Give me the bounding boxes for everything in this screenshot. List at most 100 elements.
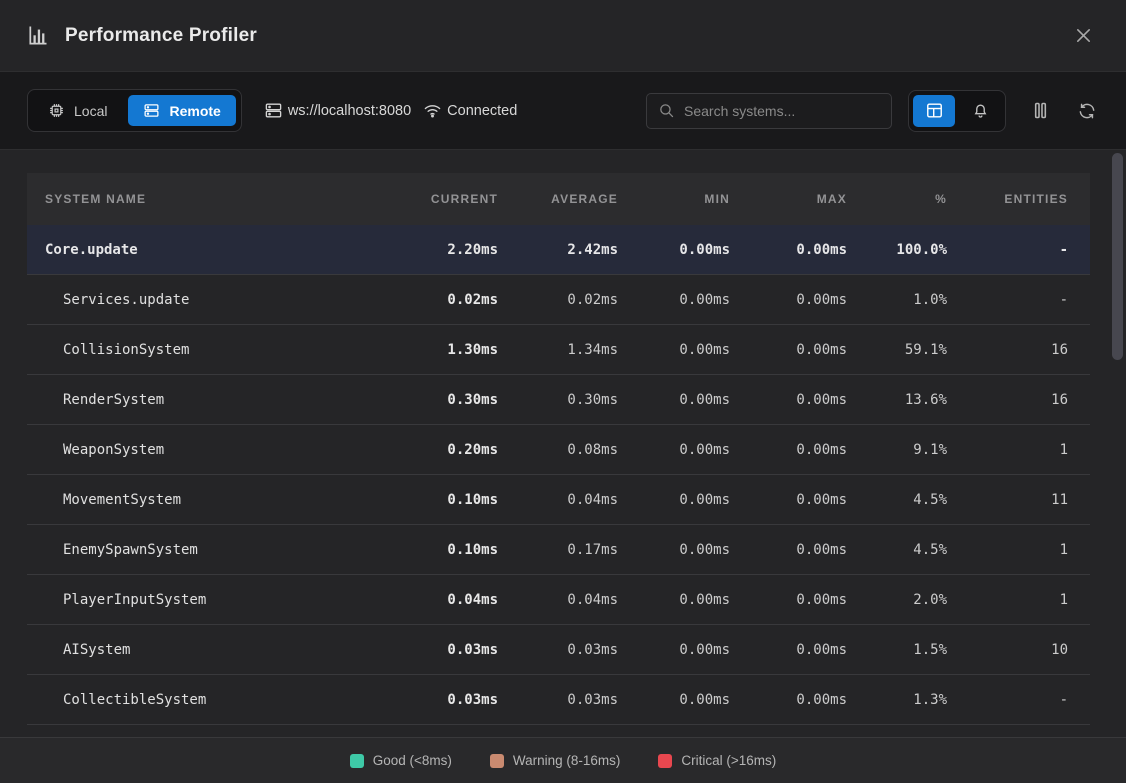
min-cell: 0.00ms xyxy=(640,642,752,658)
percent-cell: 9.1% xyxy=(869,442,969,458)
current-cell: 1.30ms xyxy=(405,342,520,358)
close-button[interactable] xyxy=(1066,19,1100,53)
remote-mode-label: Remote xyxy=(169,103,220,119)
search-box xyxy=(646,93,892,129)
performance-profiler-window: Performance Profiler Local xyxy=(0,0,1126,783)
table-row[interactable]: AISystem 0.03ms 0.03ms 0.00ms 0.00ms 1.5… xyxy=(27,625,1090,675)
current-cell: 0.03ms xyxy=(405,642,520,658)
table-row[interactable]: Core.update 2.20ms 2.42ms 0.00ms 0.00ms … xyxy=(27,225,1090,275)
column-header-current[interactable]: CURRENT xyxy=(405,192,520,206)
bar-chart-icon xyxy=(26,24,49,47)
entities-cell: 16 xyxy=(969,342,1090,358)
systems-table: SYSTEM NAME CURRENT AVERAGE MIN MAX % EN… xyxy=(27,173,1090,725)
system-name-cell: WeaponSystem xyxy=(27,442,405,458)
system-name-cell: Services.update xyxy=(27,292,405,308)
max-cell: 0.00ms xyxy=(752,492,869,508)
system-name-cell: MovementSystem xyxy=(27,492,405,508)
endpoint-url: ws://localhost:8080 xyxy=(288,103,411,119)
connection-status: Connected xyxy=(423,101,517,120)
table-row[interactable]: CollectibleSystem 0.03ms 0.03ms 0.00ms 0… xyxy=(27,675,1090,725)
max-cell: 0.00ms xyxy=(752,692,869,708)
refresh-button[interactable] xyxy=(1075,99,1099,123)
min-cell: 0.00ms xyxy=(640,392,752,408)
current-cell: 0.03ms xyxy=(405,692,520,708)
local-mode-button[interactable]: Local xyxy=(33,95,122,126)
pause-icon xyxy=(1030,100,1051,121)
wifi-icon xyxy=(423,101,442,120)
percent-cell: 2.0% xyxy=(869,592,969,608)
column-header-max[interactable]: MAX xyxy=(752,192,869,206)
current-cell: 0.10ms xyxy=(405,492,520,508)
alerts-button[interactable] xyxy=(959,95,1001,127)
close-icon xyxy=(1074,26,1093,45)
column-header-system-name[interactable]: SYSTEM NAME xyxy=(27,192,405,206)
system-name-cell: CollisionSystem xyxy=(27,342,405,358)
entities-cell: 1 xyxy=(969,442,1090,458)
legend-item: Good (<8ms) xyxy=(350,753,452,768)
legend-item: Critical (>16ms) xyxy=(658,753,776,768)
legend-items: Good (<8ms) Warning (8-16ms) Critical (>… xyxy=(350,753,777,768)
column-header-min[interactable]: MIN xyxy=(640,192,752,206)
connection-status-label: Connected xyxy=(447,103,517,119)
current-cell: 0.04ms xyxy=(405,592,520,608)
average-cell: 0.03ms xyxy=(520,642,640,658)
server-icon xyxy=(143,102,160,119)
entities-cell: 1 xyxy=(969,592,1090,608)
max-cell: 0.00ms xyxy=(752,242,869,258)
pause-button[interactable] xyxy=(1028,98,1053,123)
endpoint-display: ws://localhost:8080 xyxy=(264,101,411,120)
percent-cell: 1.5% xyxy=(869,642,969,658)
search-input[interactable] xyxy=(684,103,880,119)
average-cell: 0.17ms xyxy=(520,542,640,558)
legend-label: Warning (8-16ms) xyxy=(513,753,621,768)
legend-label: Good (<8ms) xyxy=(373,753,452,768)
average-cell: 0.08ms xyxy=(520,442,640,458)
table-row[interactable]: CollisionSystem 1.30ms 1.34ms 0.00ms 0.0… xyxy=(27,325,1090,375)
table-row[interactable]: Services.update 0.02ms 0.02ms 0.00ms 0.0… xyxy=(27,275,1090,325)
percent-cell: 59.1% xyxy=(869,342,969,358)
refresh-icon xyxy=(1077,101,1097,121)
entities-cell: 10 xyxy=(969,642,1090,658)
average-cell: 0.03ms xyxy=(520,692,640,708)
table-row[interactable]: EnemySpawnSystem 0.10ms 0.17ms 0.00ms 0.… xyxy=(27,525,1090,575)
search-icon xyxy=(658,102,675,119)
server-icon xyxy=(264,101,283,120)
table-row[interactable]: PlayerInputSystem 0.04ms 0.04ms 0.00ms 0… xyxy=(27,575,1090,625)
table-view-button[interactable] xyxy=(913,95,955,127)
title-bar: Performance Profiler xyxy=(0,0,1126,71)
entities-cell: - xyxy=(969,692,1090,708)
min-cell: 0.00ms xyxy=(640,692,752,708)
legend-color-swatch xyxy=(490,754,504,768)
system-name-cell: Core.update xyxy=(27,242,405,258)
average-cell: 1.34ms xyxy=(520,342,640,358)
entities-cell: 16 xyxy=(969,392,1090,408)
max-cell: 0.00ms xyxy=(752,342,869,358)
column-header-entities[interactable]: ENTITIES xyxy=(969,192,1090,206)
entities-cell: - xyxy=(969,242,1090,258)
entities-cell: 11 xyxy=(969,492,1090,508)
vertical-scrollbar-thumb[interactable] xyxy=(1112,153,1123,360)
bell-icon xyxy=(971,101,990,120)
legend-item: Warning (8-16ms) xyxy=(490,753,621,768)
table-row[interactable]: WeaponSystem 0.20ms 0.08ms 0.00ms 0.00ms… xyxy=(27,425,1090,475)
table-row[interactable]: MovementSystem 0.10ms 0.04ms 0.00ms 0.00… xyxy=(27,475,1090,525)
min-cell: 0.00ms xyxy=(640,342,752,358)
percent-cell: 4.5% xyxy=(869,542,969,558)
percent-cell: 4.5% xyxy=(869,492,969,508)
entities-cell: - xyxy=(969,292,1090,308)
average-cell: 0.04ms xyxy=(520,492,640,508)
table-row[interactable]: RenderSystem 0.30ms 0.30ms 0.00ms 0.00ms… xyxy=(27,375,1090,425)
legend-bar: Good (<8ms) Warning (8-16ms) Critical (>… xyxy=(0,737,1126,783)
max-cell: 0.00ms xyxy=(752,392,869,408)
column-header-average[interactable]: AVERAGE xyxy=(520,192,640,206)
min-cell: 0.00ms xyxy=(640,442,752,458)
percent-cell: 13.6% xyxy=(869,392,969,408)
legend-label: Critical (>16ms) xyxy=(681,753,776,768)
max-cell: 0.00ms xyxy=(752,542,869,558)
current-cell: 0.10ms xyxy=(405,542,520,558)
cpu-chip-icon xyxy=(48,102,65,119)
remote-mode-button[interactable]: Remote xyxy=(128,95,235,126)
current-cell: 0.20ms xyxy=(405,442,520,458)
view-toggle-group xyxy=(908,90,1006,132)
column-header-percent[interactable]: % xyxy=(869,192,969,206)
